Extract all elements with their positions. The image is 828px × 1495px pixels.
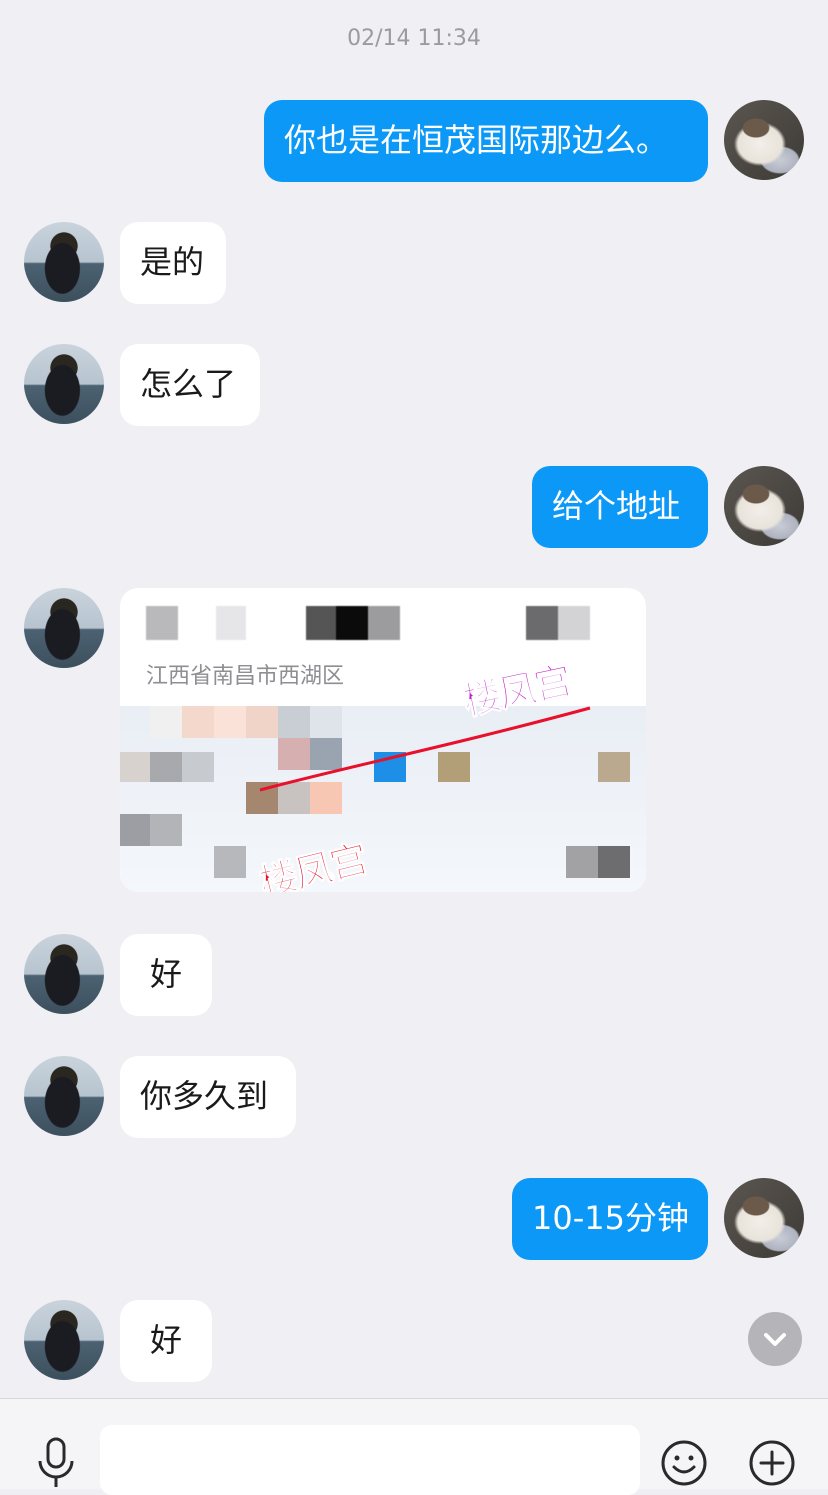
- route-curve: [259, 706, 591, 792]
- microphone-icon: [38, 1437, 74, 1487]
- my-avatar[interactable]: [724, 466, 804, 546]
- plus-icon: [749, 1440, 795, 1486]
- contact-avatar[interactable]: [24, 1300, 104, 1380]
- contact-avatar[interactable]: [24, 588, 104, 668]
- scroll-to-bottom-button[interactable]: [748, 1312, 802, 1366]
- map-preview: 楼凤宫: [120, 706, 646, 892]
- contact-avatar[interactable]: [24, 344, 104, 424]
- incoming-message-bubble[interactable]: 好: [120, 1300, 212, 1382]
- contact-avatar[interactable]: [24, 934, 104, 1014]
- contact-avatar[interactable]: [24, 1056, 104, 1136]
- chat-input-bar: [0, 1398, 828, 1495]
- location-title-mosaic: [146, 606, 616, 640]
- location-card[interactable]: 江西省南昌市西湖区 楼凤宫 楼凤宫: [120, 588, 646, 892]
- outgoing-message-bubble[interactable]: 你也是在恒茂国际那边么。: [264, 100, 708, 182]
- incoming-message-bubble[interactable]: 是的: [120, 222, 226, 304]
- emoji-button[interactable]: [660, 1439, 708, 1491]
- location-address: 江西省南昌市西湖区: [146, 664, 345, 689]
- incoming-message-bubble[interactable]: 你多久到: [120, 1056, 296, 1138]
- my-avatar[interactable]: [724, 100, 804, 180]
- outgoing-message-bubble[interactable]: 10-15分钟: [512, 1178, 708, 1260]
- emoji-icon: [661, 1440, 707, 1486]
- my-avatar[interactable]: [724, 1178, 804, 1258]
- message-timestamp: 02/14 11:34: [347, 26, 481, 51]
- contact-avatar[interactable]: [24, 222, 104, 302]
- outgoing-message-bubble[interactable]: 给个地址: [532, 466, 708, 548]
- chevron-down-icon: [764, 1333, 786, 1346]
- voice-button[interactable]: [34, 1437, 78, 1493]
- more-button[interactable]: [748, 1439, 796, 1491]
- message-input[interactable]: [100, 1425, 640, 1495]
- incoming-message-bubble[interactable]: 好: [120, 934, 212, 1016]
- incoming-message-bubble[interactable]: 怎么了: [120, 344, 260, 426]
